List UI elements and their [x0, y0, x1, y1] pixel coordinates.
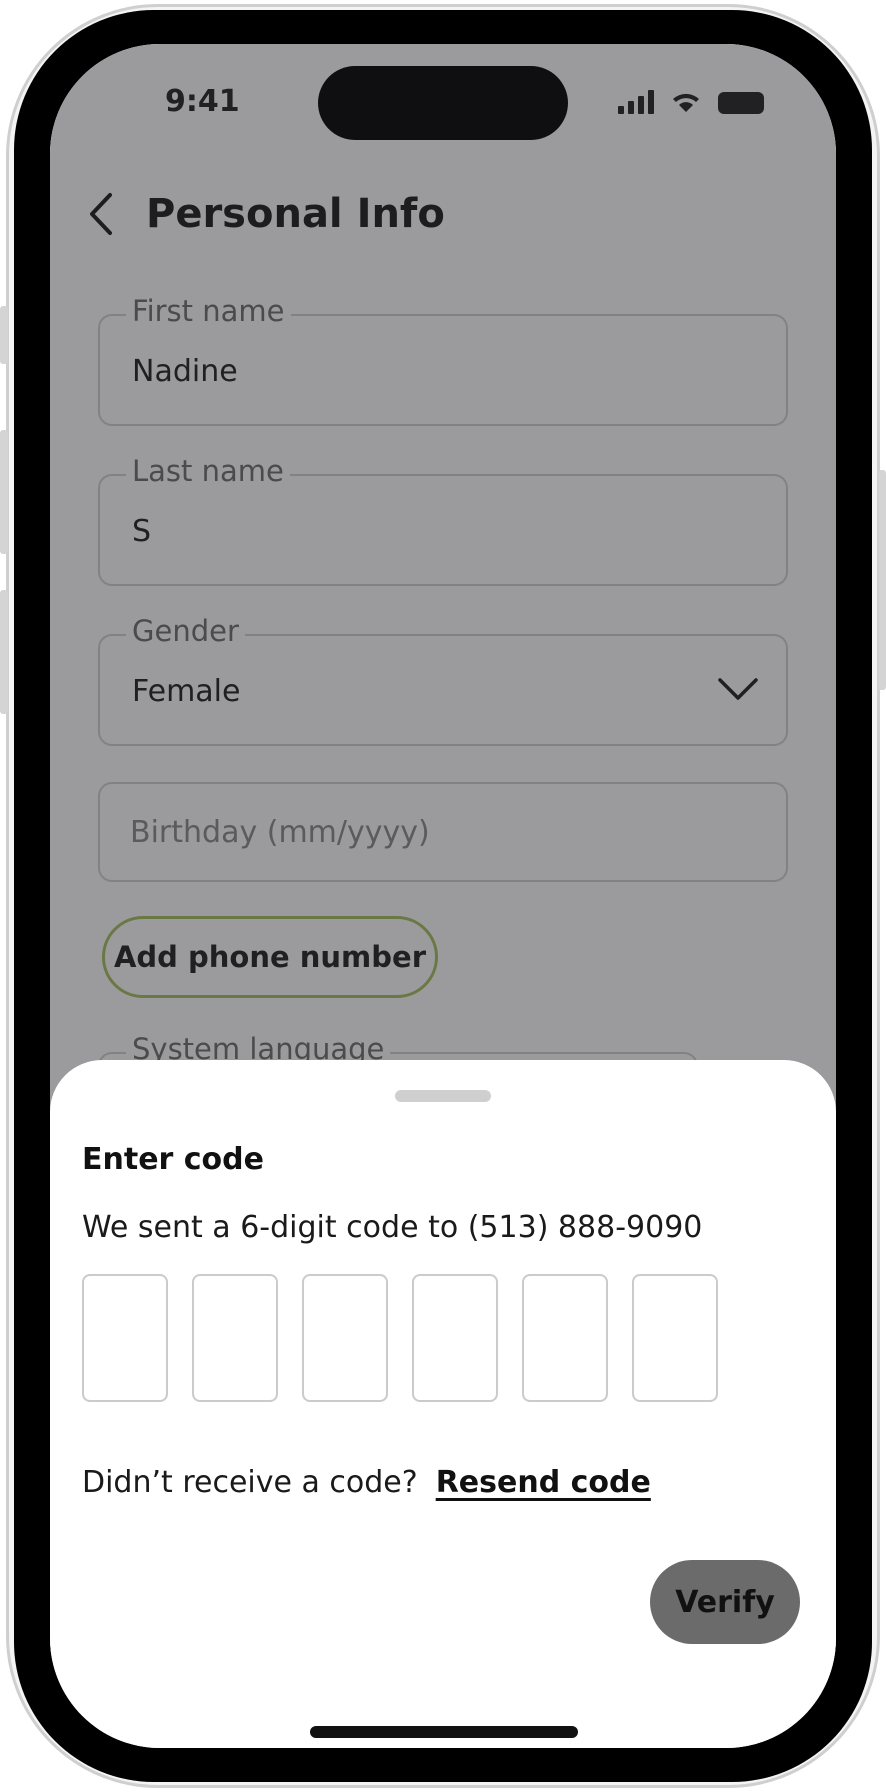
- screen: 9:41 Personal Info First name Nadine Las…: [50, 44, 836, 1748]
- resend-prompt: Didn’t receive a code?: [82, 1465, 418, 1500]
- home-indicator[interactable]: [310, 1726, 578, 1738]
- sheet-grabber[interactable]: [395, 1090, 491, 1102]
- power-button: [878, 470, 886, 690]
- sheet-subtitle: We sent a 6-digit code to (513) 888-9090: [82, 1210, 703, 1245]
- code-digit-4[interactable]: [412, 1274, 498, 1402]
- enter-code-sheet: Enter code We sent a 6-digit code to (51…: [50, 1060, 836, 1748]
- code-digit-1[interactable]: [82, 1274, 168, 1402]
- code-digit-3[interactable]: [302, 1274, 388, 1402]
- action-button: [0, 306, 8, 364]
- volume-up-button: [0, 430, 8, 554]
- code-digit-6[interactable]: [632, 1274, 718, 1402]
- code-digit-5[interactable]: [522, 1274, 608, 1402]
- verify-button[interactable]: Verify: [650, 1560, 800, 1644]
- resend-code-link[interactable]: Resend code: [436, 1465, 651, 1500]
- code-input-row: [82, 1274, 718, 1402]
- volume-down-button: [0, 590, 8, 714]
- sheet-title: Enter code: [82, 1142, 264, 1177]
- resend-row: Didn’t receive a code? Resend code: [82, 1465, 651, 1500]
- code-digit-2[interactable]: [192, 1274, 278, 1402]
